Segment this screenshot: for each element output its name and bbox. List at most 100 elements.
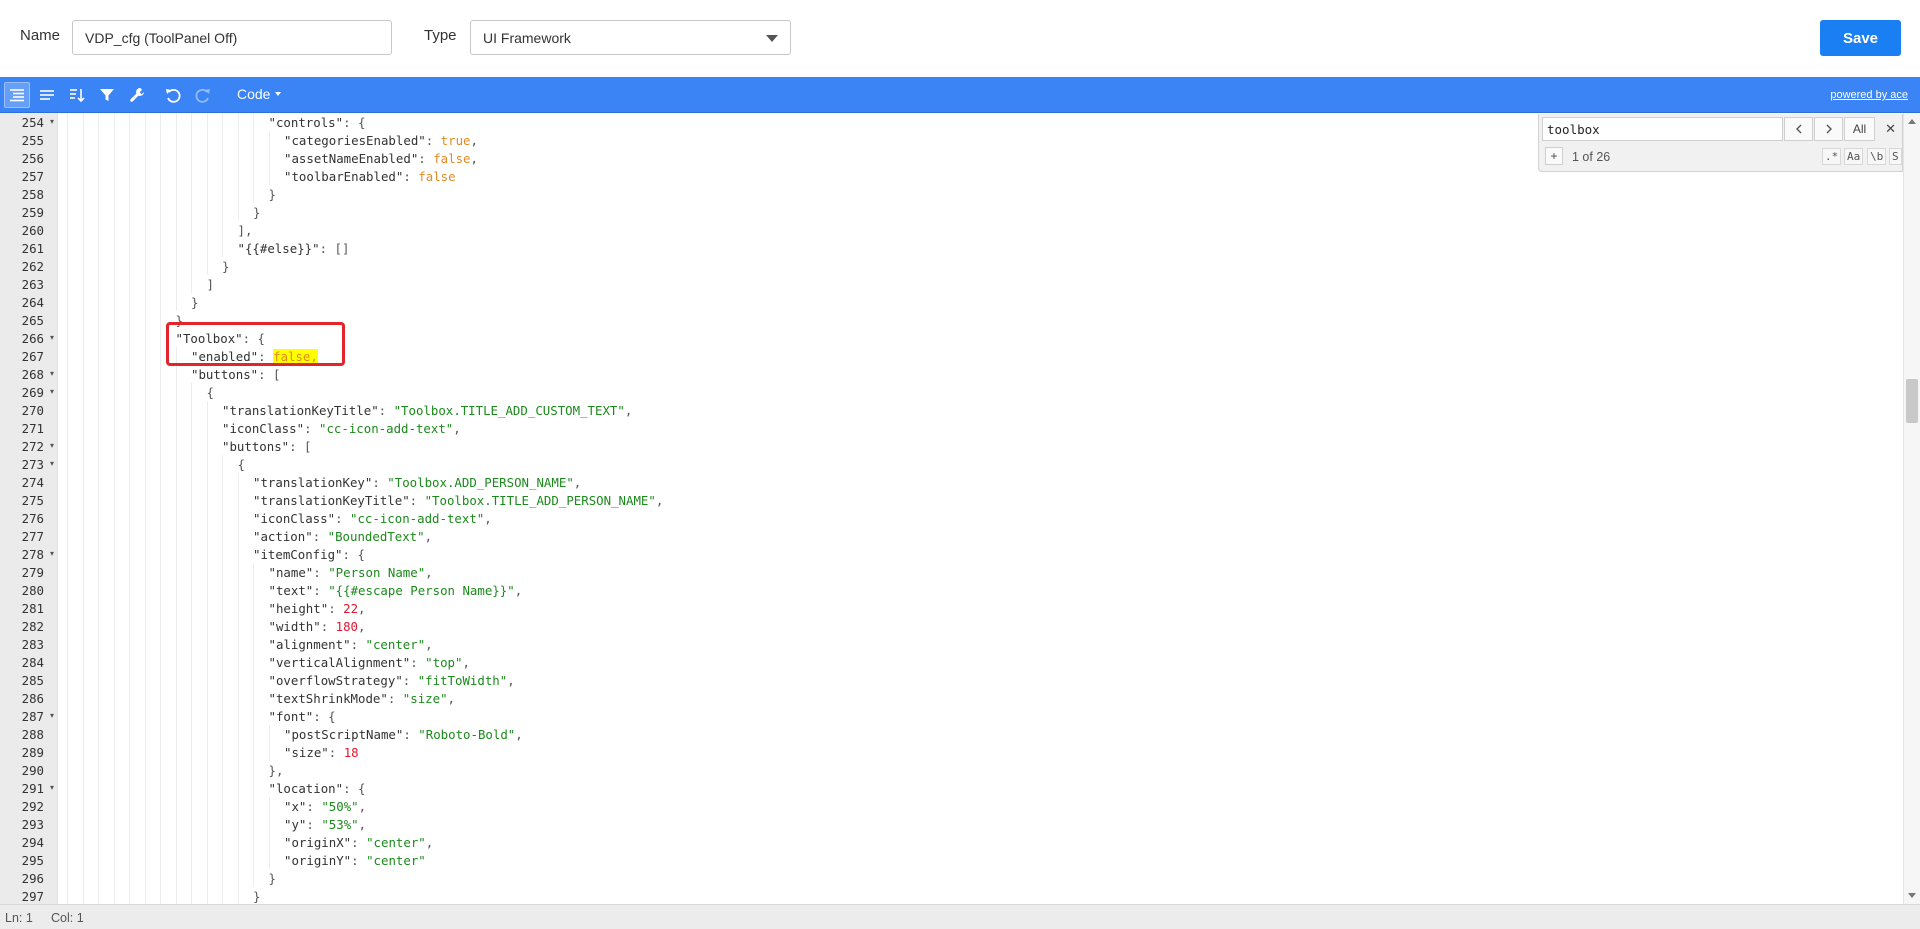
fold-toggle-icon[interactable]: ▾ [50, 783, 54, 792]
scroll-down-icon[interactable] [1908, 893, 1916, 898]
compact-icon[interactable] [34, 82, 60, 108]
indent-guide [67, 239, 68, 257]
code-line[interactable]: 260], [22, 221, 1903, 239]
vertical-scrollbar[interactable] [1903, 113, 1920, 904]
redo-icon[interactable] [190, 82, 216, 108]
fold-toggle-icon[interactable]: ▾ [50, 369, 54, 378]
toggle-replace-button[interactable]: + [1545, 147, 1563, 165]
code-line[interactable]: 267 "enabled": false, [22, 347, 1903, 365]
code-token: "width" [268, 619, 321, 634]
code-line[interactable]: 262} [22, 257, 1903, 275]
code-line[interactable]: 273 ▾ { [22, 455, 1903, 473]
fold-toggle-icon[interactable]: ▾ [50, 387, 54, 396]
code-line[interactable]: 270 "translationKeyTitle": "Toolbox.TITLE… [22, 401, 1903, 419]
search-in-selection-toggle[interactable]: S [1889, 148, 1902, 165]
indent-guide [206, 527, 208, 545]
indent-guide [268, 131, 270, 149]
sort-icon[interactable] [64, 82, 90, 108]
whole-word-toggle[interactable]: \b [1867, 148, 1887, 165]
line-number-text: 266 [21, 331, 44, 346]
code-line[interactable]: 279 "name": "Person Name", [22, 563, 1903, 581]
indent-guide [98, 869, 99, 887]
code-line-text: } [222, 259, 229, 274]
code-line[interactable]: 289 "size": 18 [22, 743, 1903, 761]
line-number-text: 278 [21, 547, 44, 562]
fold-toggle-icon[interactable]: ▾ [50, 711, 54, 720]
code-line[interactable]: 281 "height": 22, [22, 599, 1903, 617]
indent-guide [222, 185, 223, 203]
code-line[interactable]: 271 "iconClass": "cc-icon-add-text", [22, 419, 1903, 437]
code-line[interactable]: 288 "postScriptName": "Roboto-Bold", [22, 725, 1903, 743]
line-number-text: 286 [21, 691, 44, 706]
repair-icon[interactable] [124, 82, 150, 108]
line-number: 261 [0, 239, 58, 257]
indent-guide [160, 689, 161, 707]
code-line[interactable]: 292 "x": "50%", [22, 797, 1903, 815]
line-number-text: 285 [21, 673, 44, 688]
code-line[interactable]: 290}, [22, 761, 1903, 779]
scrollbar-thumb[interactable] [1906, 379, 1918, 423]
code-line[interactable]: 296} [22, 869, 1903, 887]
undo-icon[interactable] [160, 82, 186, 108]
mode-menu[interactable]: Code [237, 86, 282, 102]
code-line[interactable]: 277 "action": "BoundedText", [22, 527, 1903, 545]
code-line[interactable]: 258} [22, 185, 1903, 203]
code-line[interactable]: 269 ▾ { [22, 383, 1903, 401]
regex-toggle[interactable]: .* [1822, 148, 1842, 165]
code-line[interactable]: 278 ▾ "itemConfig": { [22, 545, 1903, 563]
powered-by-link[interactable]: powered by ace [1830, 89, 1908, 101]
indent-guide [175, 257, 177, 275]
code-line[interactable]: 259} [22, 203, 1903, 221]
code-line[interactable]: 285 "overflowStrategy": "fitToWidth", [22, 671, 1903, 689]
code-line[interactable]: 263] [22, 275, 1903, 293]
name-input[interactable] [72, 20, 392, 55]
line-number-text: 262 [21, 259, 44, 274]
search-input[interactable] [1542, 117, 1783, 141]
indent-guide [67, 671, 68, 689]
code-line[interactable]: 268 ▾ "buttons": [ [22, 365, 1903, 383]
code-content[interactable]: 254 ▾ "controls": {255 "categoriesEnabled":… [22, 113, 1903, 904]
fold-toggle-icon[interactable]: ▾ [50, 117, 54, 126]
code-line[interactable]: 284 "verticalAlignment": "top", [22, 653, 1903, 671]
type-select[interactable]: UI Framework [470, 20, 791, 55]
code-line[interactable]: 261 "{{#else}}": [] [22, 239, 1903, 257]
code-line[interactable]: 282 "width": 180, [22, 617, 1903, 635]
code-line[interactable]: 295 "originY": "center" [22, 851, 1903, 869]
find-next-button[interactable] [1814, 117, 1843, 141]
find-previous-button[interactable] [1784, 117, 1813, 141]
code-line[interactable]: 264} [22, 293, 1903, 311]
code-line[interactable]: 274 "translationKey": "Toolbox.ADD_PERSON… [22, 473, 1903, 491]
find-all-button[interactable]: All [1844, 117, 1875, 141]
code-line[interactable]: 287 ▾ "font": { [22, 707, 1903, 725]
code-line[interactable]: 291 ▾ "location": { [22, 779, 1903, 797]
indent-guide [175, 869, 177, 887]
code-line[interactable]: 275 "translationKeyTitle": "Toolbox.TITLE… [22, 491, 1903, 509]
code-line[interactable]: 283 "alignment": "center", [22, 635, 1903, 653]
code-line[interactable]: 293 "y": "53%", [22, 815, 1903, 833]
code-line[interactable]: 294 "originX": "center", [22, 833, 1903, 851]
close-icon[interactable]: ✕ [1885, 121, 1896, 137]
fold-toggle-icon[interactable]: ▾ [50, 549, 54, 558]
indent-guide [160, 671, 161, 689]
fold-toggle-icon[interactable]: ▾ [50, 459, 54, 468]
code-token: "verticalAlignment" [268, 655, 411, 670]
indent-guide [160, 293, 161, 311]
filter-icon[interactable] [94, 82, 120, 108]
indent-guide [82, 725, 84, 743]
line-number-text: 265 [21, 313, 44, 328]
code-line[interactable]: 280 "text": "{{#escape Person Name}}", [22, 581, 1903, 599]
code-editor[interactable]: 254 ▾ "controls": {255 "categoriesEnabled":… [0, 113, 1920, 904]
code-line[interactable]: 272 ▾ "buttons": [ [22, 437, 1903, 455]
code-line[interactable]: 286 "textShrinkMode": "size", [22, 689, 1903, 707]
code-line[interactable]: 266 ▾ "Toolbox": { [22, 329, 1903, 347]
save-button[interactable]: Save [1820, 20, 1901, 56]
fold-toggle-icon[interactable]: ▾ [50, 441, 54, 450]
scroll-up-icon[interactable] [1908, 119, 1916, 124]
case-sensitive-toggle[interactable]: Aa [1844, 148, 1864, 165]
line-number: 264 [0, 293, 58, 311]
code-line[interactable]: 265} [22, 311, 1903, 329]
code-line[interactable]: 297} [22, 887, 1903, 904]
fold-toggle-icon[interactable]: ▾ [50, 333, 54, 342]
code-line[interactable]: 276 "iconClass": "cc-icon-add-text", [22, 509, 1903, 527]
format-icon[interactable] [4, 82, 30, 108]
